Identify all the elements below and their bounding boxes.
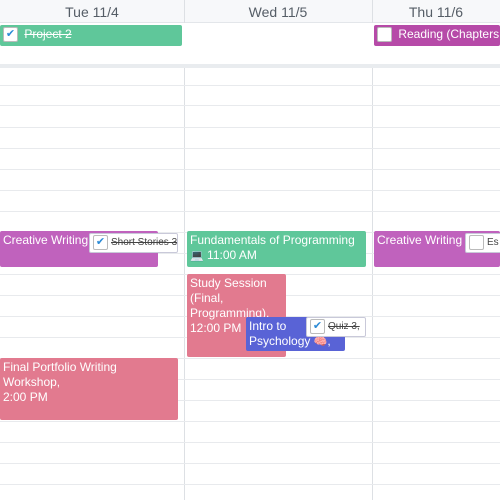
task-quiz3[interactable]: ✔ Quiz 3, (306, 317, 366, 337)
event-title: Intro to Psychology (249, 319, 311, 348)
checkbox-icon[interactable] (377, 27, 392, 43)
event-title: Final Portfolio Writing Workshop, (3, 360, 117, 389)
allday-event-project2[interactable]: ✔ Project 2 (0, 25, 182, 46)
task-short-stories[interactable]: ✔ Short Stories 3 (89, 233, 178, 253)
task-title: Short Stories 3 (111, 237, 178, 249)
task-thu[interactable]: Es (465, 233, 500, 253)
event-title: Project 2 (24, 27, 72, 41)
allday-event-reading[interactable]: Reading (Chapters (374, 25, 500, 46)
task-title: Es (487, 237, 499, 249)
event-title: Fundamentals of Programming (190, 233, 355, 247)
task-title: Quiz 3, (328, 321, 360, 333)
calendar-header: Tue 11/4 Wed 11/5 Thu 11/6 (0, 0, 500, 23)
laptop-icon: 💻 (190, 250, 204, 262)
event-title: Creative Writing (3, 233, 89, 247)
event-time: 11:00 AM (207, 248, 257, 262)
day-header-tue[interactable]: Tue 11/4 (0, 4, 184, 20)
event-final-portfolio[interactable]: Final Portfolio Writing Workshop, 2:00 P… (0, 358, 178, 420)
day-header-thu[interactable]: Thu 11/6 (372, 4, 500, 20)
check-icon[interactable]: ✔ (93, 235, 108, 250)
event-title: Reading (Chapters (398, 27, 500, 41)
event-title: Study Session (Final, Programming), (190, 276, 270, 320)
check-icon[interactable]: ✔ (3, 27, 18, 43)
event-title: Creative Writing (377, 233, 463, 247)
event-fundamentals[interactable]: Fundamentals of Programming 💻 11:00 AM (187, 231, 366, 267)
day-header-wed[interactable]: Wed 11/5 (184, 4, 372, 20)
brain-icon: 🧠 (313, 336, 328, 348)
check-icon[interactable]: ✔ (310, 319, 325, 334)
event-time: 2:00 PM (3, 390, 48, 404)
checkbox-icon[interactable] (469, 235, 484, 250)
all-day-row: ✔ Project 2 Reading (Chapters (0, 23, 500, 65)
